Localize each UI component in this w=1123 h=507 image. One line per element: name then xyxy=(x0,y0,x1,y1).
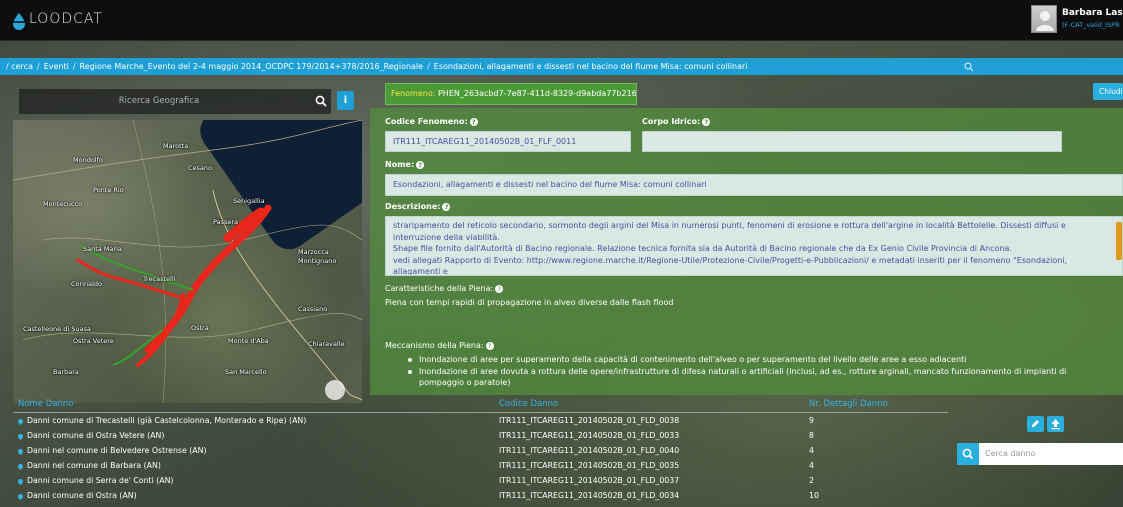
table-row[interactable]: Danni comune di Ostra Vetere (AN) ITR111… xyxy=(13,429,948,443)
descrizione-line: vedi allegati Rapporto di Evento: http:/… xyxy=(393,255,1068,276)
map-label: Mondolfo xyxy=(73,156,103,164)
table-row[interactable]: Danni comune di Trecastelli (già Castelc… xyxy=(13,414,948,428)
corpo-idrico-label: Corpo Idrico:? xyxy=(642,117,711,126)
map-label: Ostra xyxy=(191,324,209,332)
descrizione-textarea[interactable]: straripamento del reticolo secondario, s… xyxy=(385,216,1123,276)
close-button[interactable]: Chiudi xyxy=(1093,83,1123,100)
map-pin-icon xyxy=(16,417,25,425)
search-danno-input[interactable]: Cerca danno xyxy=(979,443,1123,465)
breadcrumb-evento[interactable]: Regione Marche_Evento del 2-4 maggio 201… xyxy=(80,62,424,71)
help-icon[interactable]: ? xyxy=(495,284,504,293)
upload-icon xyxy=(1051,419,1060,430)
breadcrumb-fenomeno: Esondazioni, allagamenti e dissesti nel … xyxy=(433,62,748,71)
map-label: Montignano xyxy=(298,257,337,265)
table-row[interactable]: Danni nel comune di Belvedere Ostrense (… xyxy=(13,444,948,458)
column-header-codice-danno[interactable]: Codice Danno xyxy=(499,399,558,409)
fenomeno-id: PHEN_263acbd7-7e87-411d-8329-d9abda77b21… xyxy=(437,89,637,98)
help-icon[interactable]: ? xyxy=(702,117,711,126)
geo-search-input[interactable]: Ricerca Geografica xyxy=(19,89,331,114)
geo-search-placeholder: Ricerca Geografica xyxy=(118,96,200,106)
map-label: Senigallia xyxy=(233,197,265,205)
map-label: Barbara xyxy=(53,368,79,376)
table-row[interactable]: Danni nel comune di Barbara (AN) ITR111_… xyxy=(13,459,948,473)
table-row[interactable]: Danni comune di Ostra (AN) ITR111_ITCARE… xyxy=(13,489,948,503)
nome-field[interactable]: Esondazioni, allagamenti e dissesti nel … xyxy=(385,174,1123,196)
map-label: Castelleone di Suasa xyxy=(23,325,91,333)
map-label: Cesano xyxy=(188,164,213,172)
search-icon[interactable] xyxy=(957,443,979,465)
map-label: Corinaldo xyxy=(71,280,103,288)
user-menu[interactable]: Barbara Lastori (F-CAT_valid_ISPR xyxy=(1031,5,1123,35)
logo-text: LOODCAT xyxy=(29,11,103,27)
descrizione-label: Descrizione:? xyxy=(385,202,451,211)
descrizione-line: straripamento del reticolo secondario, s… xyxy=(393,221,1066,242)
table-header-divider xyxy=(13,412,948,413)
user-role: (F-CAT_valid_ISPR xyxy=(1062,21,1120,29)
edit-button[interactable] xyxy=(1027,416,1044,432)
breadcrumb-search-icon[interactable] xyxy=(963,58,975,75)
help-icon[interactable]: ? xyxy=(416,160,425,169)
caratteristiche-value: Piena con tempi rapidi di propagazione i… xyxy=(385,298,674,307)
map-label: Santa Maria xyxy=(83,245,122,253)
map-view[interactable]: Marotta Mondolfo Cesano Ponte Rio Seniga… xyxy=(13,120,362,403)
column-header-nr-dettagli[interactable]: Nr. Dettagli Danno xyxy=(809,399,888,409)
map-label: Ponte Rio xyxy=(93,186,124,194)
breadcrumb-eventi[interactable]: Eventi xyxy=(44,62,69,71)
info-icon[interactable]: i xyxy=(337,91,354,110)
codice-fenomeno-label: Codice Fenomeno:? xyxy=(385,117,478,126)
danni-table: Nome Danno Codice Danno Nr. Dettagli Dan… xyxy=(13,395,948,507)
fenomeno-label: Fenomeno: xyxy=(391,89,436,98)
map-label: Passera xyxy=(213,218,239,226)
meccanismo-item: Inondazione di aree dovuta a rottura del… xyxy=(408,366,1109,388)
help-icon[interactable]: ? xyxy=(442,202,451,211)
codice-fenomeno-field[interactable]: ITR111_ITCAREG11_20140502B_01_FLF_0011 xyxy=(385,131,631,152)
meccanismo-item: Inondazione di aree per superamento dell… xyxy=(408,354,1109,365)
user-name: Barbara Lastori xyxy=(1062,8,1123,18)
top-bar: LOODCAT Barbara Lastori (F-CAT_valid_ISP… xyxy=(0,0,1123,41)
map-label: Trecastelli xyxy=(143,275,176,283)
map-label: San Marcello xyxy=(225,368,267,376)
map-label: Marotta xyxy=(163,142,189,150)
table-row[interactable]: Danni comune di Serra de' Conti (AN) ITR… xyxy=(13,474,948,488)
edit-icon xyxy=(1032,420,1039,427)
search-danno: Cerca danno xyxy=(957,443,1123,465)
search-icon[interactable] xyxy=(315,95,327,107)
map-pin-icon xyxy=(16,462,25,470)
corpo-idrico-field[interactable] xyxy=(642,131,1062,152)
map-label: Ostra Vetere xyxy=(73,337,114,345)
app-logo[interactable]: LOODCAT xyxy=(10,10,130,32)
logo-drop-icon xyxy=(11,13,27,30)
fenomeno-header: Fenomeno: PHEN_263acbd7-7e87-411d-8329-d… xyxy=(385,83,637,105)
user-avatar-icon xyxy=(1031,5,1057,33)
map-pin-icon xyxy=(16,447,25,455)
nome-label: Nome:? xyxy=(385,160,425,169)
map-pin-icon xyxy=(16,477,25,485)
map-pin-icon xyxy=(16,492,25,500)
map-pin-icon xyxy=(16,432,25,440)
caratteristiche-label: Caratteristiche della Piena:? xyxy=(385,284,504,293)
descrizione-scrollbar[interactable] xyxy=(1116,222,1122,260)
breadcrumb: / cerca / Eventi / Regione Marche_Evento del… xyxy=(0,58,1123,75)
help-icon[interactable]: ? xyxy=(469,117,478,126)
map-label: Marzocca xyxy=(298,248,329,256)
upload-button[interactable] xyxy=(1047,416,1064,432)
column-header-nome-danno[interactable]: Nome Danno xyxy=(18,399,74,409)
help-icon[interactable]: ? xyxy=(485,341,494,350)
map-label: Monte d'Aba xyxy=(228,337,269,345)
map-label: Chiaravalle xyxy=(308,340,345,348)
meccanismo-label: Meccanismo della Piena:? xyxy=(385,341,494,350)
map-label: Cassiano xyxy=(298,305,328,313)
map-label: Montecucco xyxy=(43,200,83,208)
descrizione-line: Shape file fornito dall'Autorità di Baci… xyxy=(393,244,1012,253)
breadcrumb-cerca[interactable]: / cerca xyxy=(6,62,33,71)
